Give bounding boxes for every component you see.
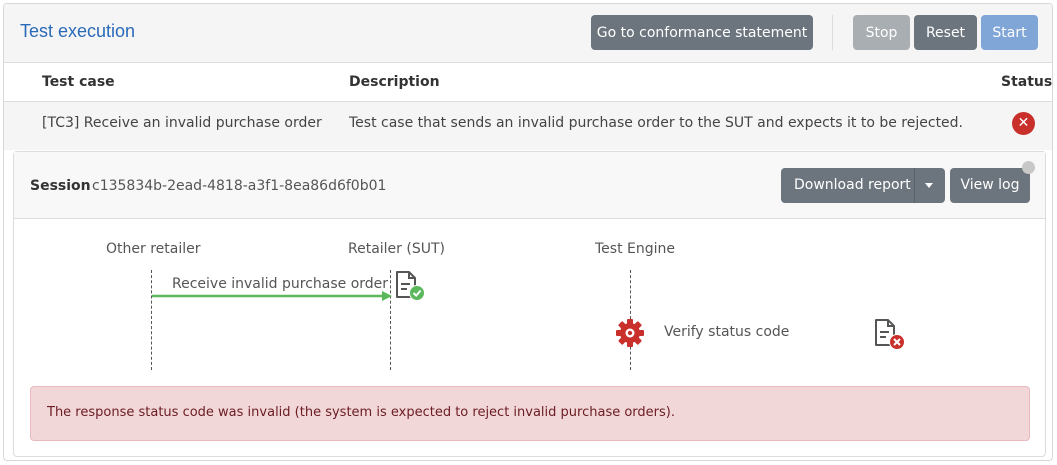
document-error-icon[interactable] [873,318,907,352]
table-row[interactable]: [TC3] Receive an invalid purchase order … [4,102,1052,150]
session-header: Session c135834b-2ead-4818-a3f1-8ea86d6f… [14,152,1045,219]
message-arrow [152,291,392,301]
lifeline-retailer-sut [390,270,391,370]
download-report-button[interactable]: Download report [781,168,945,203]
reset-button[interactable]: Reset [914,15,977,50]
go-to-conformance-button[interactable]: Go to conformance statement [591,15,813,50]
actor-retailer-sut: Retailer (SUT) [348,241,445,257]
column-header-description: Description [349,74,440,90]
lifeline-other-retailer [151,270,152,370]
start-button[interactable]: Start [981,15,1038,50]
actor-other-retailer: Other retailer [106,241,201,257]
error-alert: The response status code was invalid (th… [30,386,1030,441]
session-panel: Session c135834b-2ead-4818-a3f1-8ea86d6f… [13,151,1046,457]
view-log-button[interactable]: View log [950,168,1030,203]
panel-header: Test execution Go to conformance stateme… [4,4,1052,63]
test-case-name: [TC3] Receive an invalid purchase order [42,115,322,131]
split-divider [914,168,915,203]
table-header: Test case Description Status [4,63,1052,102]
page-title: Test execution [20,21,136,41]
header-divider [832,15,833,50]
test-execution-panel: Test execution Go to conformance stateme… [3,3,1053,461]
chevron-down-icon[interactable] [925,183,933,188]
log-status-indicator [1022,161,1035,174]
actor-test-engine: Test Engine [595,241,676,257]
verify-step-label: Verify status code [664,324,790,340]
document-success-icon[interactable] [394,270,426,302]
column-header-test-case: Test case [42,74,115,90]
error-status-icon: ✕ [1012,112,1035,135]
test-case-description: Test case that sends an invalid purchase… [349,115,964,131]
session-id: c135834b-2ead-4818-a3f1-8ea86d6f0b01 [92,178,387,194]
error-alert-text: The response status code was invalid (th… [47,405,675,420]
download-report-label: Download report [794,177,911,193]
gear-error-icon[interactable] [615,318,645,348]
session-label: Session [30,178,91,194]
column-header-status: Status [1001,74,1053,90]
stop-button[interactable]: Stop [853,15,910,50]
